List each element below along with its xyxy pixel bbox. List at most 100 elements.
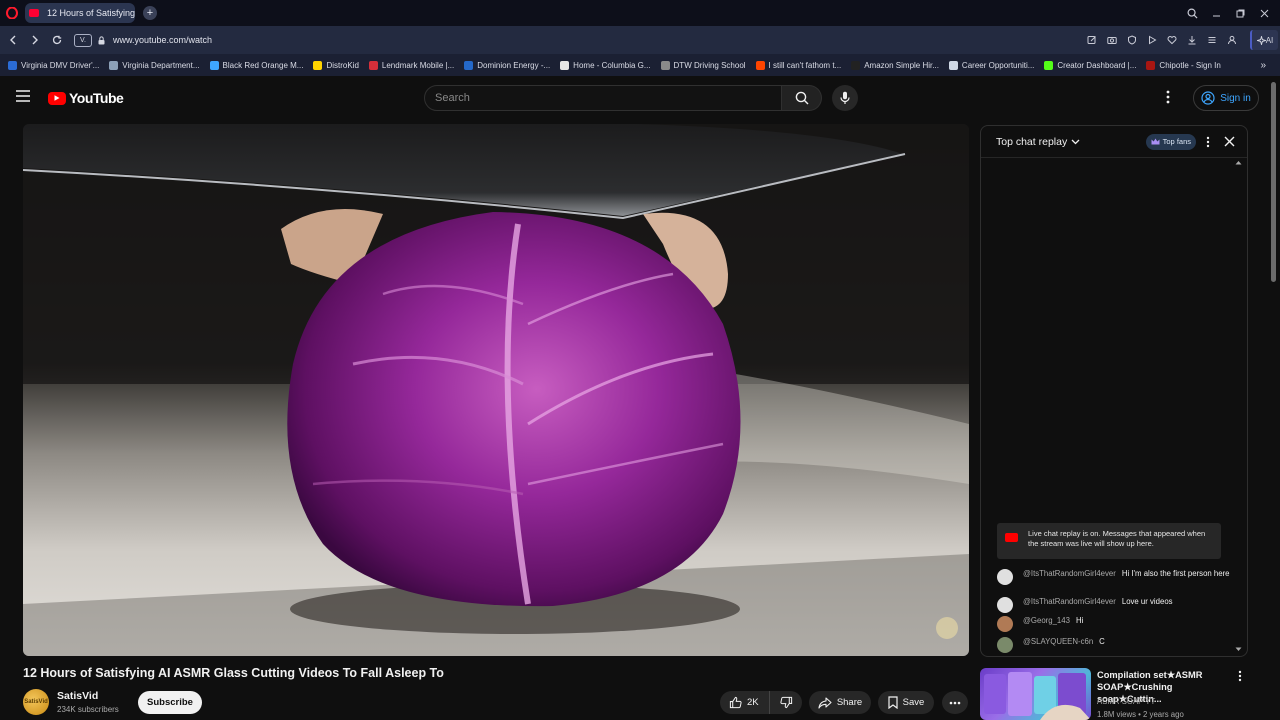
bookmark-item[interactable]: Home - Columbia G...	[560, 60, 651, 70]
search-input[interactable]	[424, 85, 782, 111]
bookmark-label: I still can't fathom t...	[768, 60, 842, 70]
channel-avatar-text: SatisVid	[24, 699, 48, 705]
chat-message-body: @ItsThatRandomGirl4ever Love ur videos	[1023, 597, 1173, 613]
chat-message[interactable]: @Georg_143 Hi	[997, 616, 1232, 632]
chat-avatar[interactable]	[997, 637, 1013, 653]
bookmark-item[interactable]: Virginia DMV Driver'...	[8, 60, 99, 70]
chat-avatar[interactable]	[997, 616, 1013, 632]
share-button[interactable]: Share	[809, 691, 871, 714]
opera-logo-icon[interactable]	[1, 2, 23, 24]
chat-message-body: @SLAYQUEEN-c6n C	[1023, 637, 1105, 653]
voice-search-button[interactable]	[832, 85, 858, 111]
bookmark-item[interactable]: Lendmark Mobile |...	[368, 60, 454, 70]
page-scrollbar[interactable]	[1271, 82, 1276, 282]
play-icon[interactable]	[1142, 35, 1162, 45]
search-bar	[424, 85, 858, 111]
bookmark-label: DistroKid	[326, 60, 359, 70]
reload-icon[interactable]	[46, 29, 68, 51]
chat-message-body: @Georg_143 Hi	[1023, 616, 1083, 632]
chat-message[interactable]: @ItsThatRandomGirl4ever Hi I'm also the f…	[997, 569, 1232, 585]
chat-scroll-up-icon[interactable]	[1235, 160, 1242, 165]
bookmark-item[interactable]: Chipotle - Sign In	[1146, 60, 1221, 70]
browser-search-icon[interactable]	[1180, 8, 1204, 19]
video-player[interactable]	[23, 124, 969, 656]
bookmark-item[interactable]: Black Red Orange M...	[209, 60, 303, 70]
edit-icon[interactable]	[1082, 35, 1102, 45]
chat-author[interactable]: @ItsThatRandomGirl4ever	[1023, 569, 1116, 578]
bookmarks-more-icon[interactable]: »	[1260, 60, 1266, 71]
save-label: Save	[902, 697, 925, 708]
video-frame-image	[23, 124, 969, 656]
dislike-button[interactable]	[770, 696, 802, 709]
bookmark-item[interactable]: I still can't fathom t...	[755, 60, 842, 70]
thumbs-up-icon	[729, 696, 742, 709]
chat-mode-dropdown[interactable]: Top chat replay	[996, 136, 1080, 148]
youtube-header: YouTube Sign in	[0, 76, 1270, 122]
recommendation-thumbnail[interactable]	[980, 668, 1091, 720]
chat-message[interactable]: @SLAYQUEEN-c6n C	[997, 637, 1232, 653]
bookmark-item[interactable]: Creator Dashboard |...	[1044, 60, 1136, 70]
chat-author[interactable]: @SLAYQUEEN-c6n	[1023, 637, 1093, 646]
youtube-play-logo-icon	[48, 91, 66, 105]
shield-icon[interactable]	[1122, 35, 1142, 45]
ai-button[interactable]: AI	[1250, 30, 1278, 50]
bookmark-label: Amazon Simple Hir...	[864, 60, 939, 70]
top-fans-badge[interactable]: Top fans	[1145, 133, 1196, 150]
close-window-icon[interactable]	[1252, 9, 1276, 18]
recommendation-channel[interactable]: ASMR SOAP YT	[1097, 697, 1155, 706]
bookmark-item[interactable]: Virginia Department...	[109, 60, 200, 70]
chat-scroll-down-icon[interactable]	[1235, 647, 1242, 652]
new-tab-button[interactable]: +	[143, 6, 157, 20]
menu-icon[interactable]	[1202, 35, 1222, 45]
close-chat-icon[interactable]	[1224, 136, 1235, 147]
browser-tab-active[interactable]: 12 Hours of Satisfying	[25, 3, 135, 23]
vpn-badge[interactable]: V.	[74, 33, 92, 47]
chat-more-icon[interactable]	[1206, 136, 1210, 148]
settings-more-icon[interactable]	[1166, 90, 1170, 104]
search-button[interactable]	[782, 85, 822, 111]
chat-text: Hi I'm also the first person here	[1121, 569, 1230, 578]
back-icon[interactable]	[2, 29, 24, 51]
bookmark-item[interactable]: Amazon Simple Hir...	[851, 60, 939, 70]
video-title: 12 Hours of Satisfying AI ASMR Glass Cut…	[23, 666, 444, 680]
like-count: 2K	[747, 697, 759, 708]
profile-icon[interactable]	[1222, 35, 1242, 45]
chat-author[interactable]: @ItsThatRandomGirl4ever	[1023, 597, 1116, 606]
restore-icon[interactable]	[1228, 9, 1252, 18]
save-button[interactable]: Save	[878, 691, 934, 714]
hamburger-menu-icon[interactable]	[16, 90, 30, 102]
bookmark-item[interactable]: Career Opportuniti...	[948, 60, 1034, 70]
share-icon	[818, 696, 832, 709]
minimize-icon[interactable]	[1204, 9, 1228, 18]
bookmark-item[interactable]: DistroKid	[313, 60, 359, 70]
recommendation-thumbnail-image	[984, 672, 1091, 720]
chat-replay-text: Live chat replay is on. Messages that ap…	[1028, 529, 1206, 548]
chat-message[interactable]: @ItsThatRandomGirl4ever Love ur videos	[997, 597, 1232, 613]
camera-icon[interactable]	[1102, 35, 1122, 45]
forward-icon[interactable]	[24, 29, 46, 51]
lock-icon[interactable]	[98, 35, 105, 45]
chat-author[interactable]: @Georg_143	[1023, 616, 1070, 625]
bookmark-label: Virginia Department...	[122, 60, 200, 70]
bookmark-icon	[888, 696, 898, 709]
download-icon[interactable]	[1182, 35, 1202, 45]
chat-avatar[interactable]	[997, 569, 1013, 585]
bookmarks-bar: Virginia DMV Driver'... Virginia Departme…	[0, 54, 1280, 76]
channel-avatar[interactable]: SatisVid	[23, 689, 49, 715]
heart-icon[interactable]	[1162, 35, 1182, 45]
bookmark-favicon-icon	[851, 60, 861, 70]
subscribe-button[interactable]: Subscribe	[138, 691, 202, 714]
more-actions-button[interactable]	[942, 691, 968, 714]
recommendation-more-icon[interactable]	[1238, 670, 1242, 682]
bookmark-item[interactable]: Dominion Energy -...	[464, 60, 550, 70]
youtube-logo[interactable]: YouTube	[48, 90, 124, 106]
bookmark-item[interactable]: DTW Driving School	[660, 60, 746, 70]
url-text[interactable]: www.youtube.com/watch	[113, 35, 212, 45]
channel-name[interactable]: SatisVid	[57, 690, 98, 702]
recommendation-meta: 1.8M views • 2 years ago	[1097, 710, 1184, 719]
chat-replay-notice: Live chat replay is on. Messages that ap…	[997, 523, 1221, 559]
chat-avatar[interactable]	[997, 597, 1013, 613]
bookmark-favicon-icon	[209, 60, 219, 70]
sign-in-button[interactable]: Sign in	[1193, 85, 1259, 111]
like-button[interactable]: 2K	[720, 691, 770, 714]
